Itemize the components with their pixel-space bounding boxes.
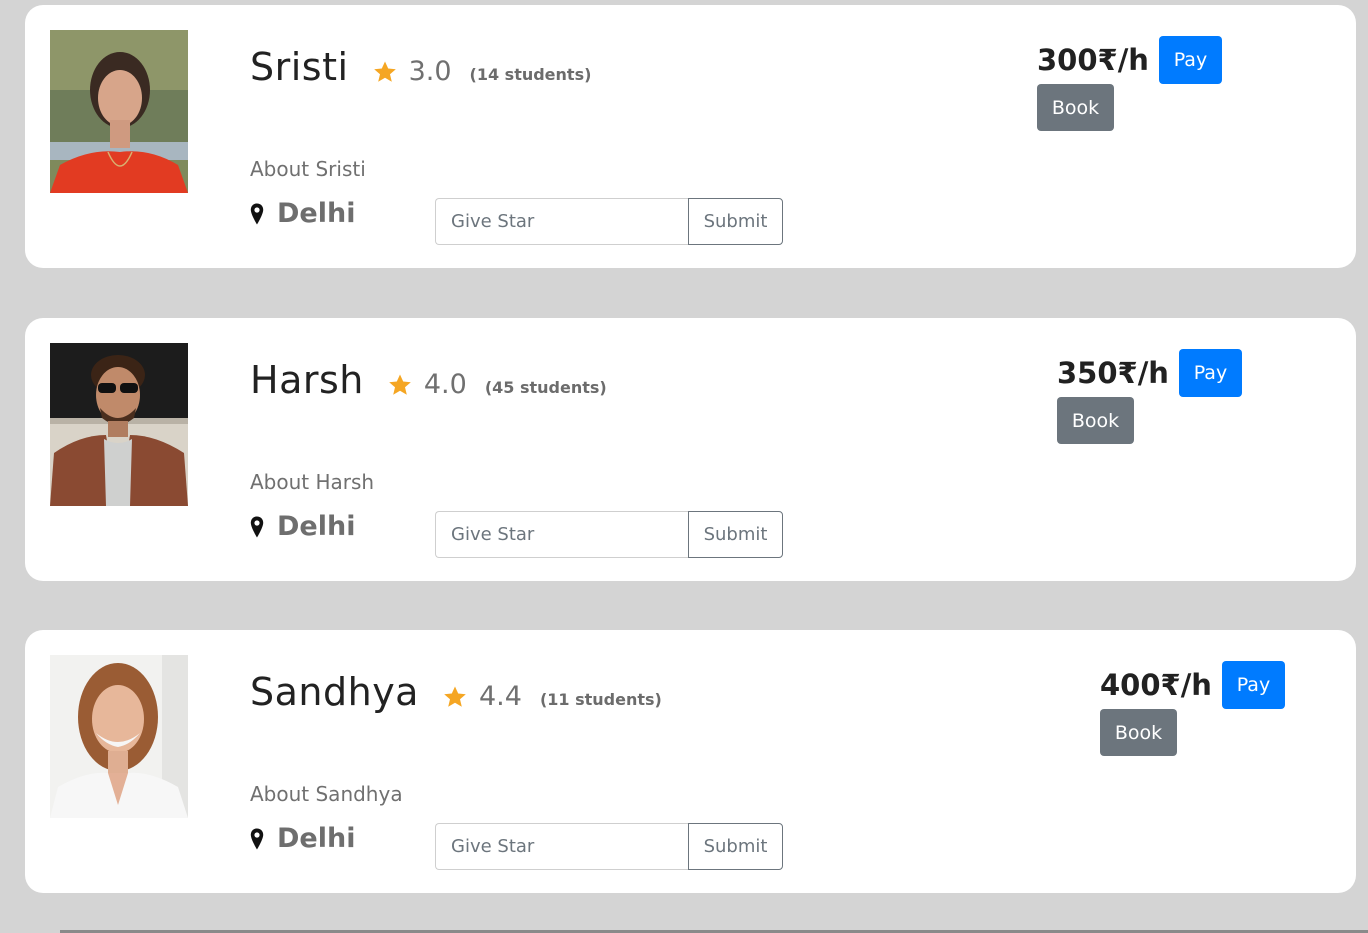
submit-button[interactable]: Submit bbox=[688, 198, 783, 245]
map-pin-icon bbox=[250, 516, 264, 538]
pricing: 400₹/h Pay Book bbox=[1100, 661, 1285, 756]
pricing: 300₹/h Pay Book bbox=[1037, 36, 1222, 131]
about-text: About Harsh bbox=[250, 470, 375, 494]
tutor-photo bbox=[50, 30, 188, 193]
city-name: Delhi bbox=[277, 511, 356, 542]
hourly-price: 350₹/h bbox=[1057, 356, 1169, 390]
map-pin-icon bbox=[250, 828, 264, 850]
student-count: (11 students) bbox=[539, 690, 662, 709]
pricing: 350₹/h Pay Book bbox=[1057, 349, 1242, 444]
book-button[interactable]: Book bbox=[1057, 397, 1134, 444]
tutor-name: Harsh bbox=[250, 358, 364, 402]
rating-value: 4.0 bbox=[423, 369, 467, 400]
pay-button[interactable]: Pay bbox=[1158, 36, 1222, 84]
about-text: About Sristi bbox=[250, 157, 366, 181]
rating-value: 3.0 bbox=[408, 56, 452, 87]
give-star-form: Submit bbox=[435, 823, 783, 870]
star-icon bbox=[388, 373, 412, 397]
give-star-input[interactable] bbox=[435, 823, 688, 870]
tutor-card: Sandhya 4.4 (11 students) About Sandhya … bbox=[25, 630, 1356, 893]
city-name: Delhi bbox=[277, 198, 356, 229]
give-star-input[interactable] bbox=[435, 198, 688, 245]
location: Delhi bbox=[250, 198, 355, 229]
tutor-card: Harsh 4.0 (45 students) About Harsh Delh… bbox=[25, 318, 1356, 581]
rating-value: 4.4 bbox=[478, 681, 522, 712]
location: Delhi bbox=[250, 823, 355, 854]
star-icon bbox=[373, 60, 397, 84]
give-star-form: Submit bbox=[435, 511, 783, 558]
tutor-photo bbox=[50, 655, 188, 818]
tutor-name: Sandhya bbox=[250, 670, 419, 714]
city-name: Delhi bbox=[277, 823, 356, 854]
about-text: About Sandhya bbox=[250, 782, 403, 806]
submit-button[interactable]: Submit bbox=[688, 823, 783, 870]
tutor-photo bbox=[50, 343, 188, 506]
map-pin-icon bbox=[250, 203, 264, 225]
tutor-card: Sristi 3.0 (14 students) About Sristi De… bbox=[25, 5, 1356, 268]
hourly-price: 300₹/h bbox=[1037, 43, 1149, 77]
student-count: (45 students) bbox=[484, 378, 607, 397]
location: Delhi bbox=[250, 511, 355, 542]
student-count: (14 students) bbox=[469, 65, 592, 84]
book-button[interactable]: Book bbox=[1100, 709, 1177, 756]
hourly-price: 400₹/h bbox=[1100, 668, 1212, 702]
give-star-form: Submit bbox=[435, 198, 783, 245]
give-star-input[interactable] bbox=[435, 511, 688, 558]
book-button[interactable]: Book bbox=[1037, 84, 1114, 131]
submit-button[interactable]: Submit bbox=[688, 511, 783, 558]
tutor-name: Sristi bbox=[250, 45, 349, 89]
star-icon bbox=[443, 685, 467, 709]
pay-button[interactable]: Pay bbox=[1178, 349, 1242, 397]
pay-button[interactable]: Pay bbox=[1221, 661, 1285, 709]
